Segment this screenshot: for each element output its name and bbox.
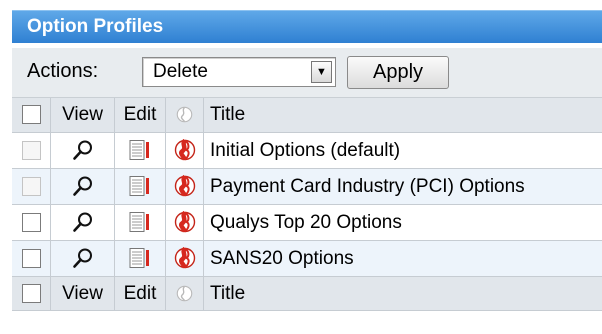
column-header-edit: Edit	[114, 98, 166, 133]
edit-form-icon[interactable]	[128, 139, 152, 161]
profiles-table: View Edit Title Initial Options (default…	[12, 98, 602, 311]
panel-header: Option Profiles	[12, 10, 602, 43]
row-checkbox[interactable]	[21, 176, 41, 196]
panel-title: Option Profiles	[27, 16, 164, 37]
actions-bar: Actions: Delete ▼ Apply	[12, 48, 602, 98]
column-footer-title: Title	[203, 276, 602, 311]
magnifier-icon[interactable]	[72, 211, 94, 233]
apply-button[interactable]: Apply	[347, 56, 449, 89]
magnifier-icon[interactable]	[72, 139, 94, 161]
column-header-title: Title	[203, 98, 602, 133]
globe-icon[interactable]	[174, 211, 196, 234]
edit-form-icon[interactable]	[128, 175, 152, 197]
table-row: Payment Card Industry (PCI) Options	[12, 168, 602, 205]
table-row: Qualys Top 20 Options	[12, 204, 602, 241]
globe-icon[interactable]	[174, 247, 196, 270]
table-footer-row: View Edit Title	[12, 276, 602, 311]
table-row: Initial Options (default)	[12, 132, 602, 169]
column-footer-view: View	[50, 276, 115, 311]
globe-icon	[176, 285, 193, 302]
edit-form-icon[interactable]	[128, 247, 152, 269]
row-title[interactable]: Payment Card Industry (PCI) Options	[203, 168, 602, 205]
edit-form-icon[interactable]	[128, 211, 152, 233]
row-checkbox[interactable]	[21, 248, 41, 268]
magnifier-icon[interactable]	[72, 175, 94, 197]
globe-icon[interactable]	[174, 139, 196, 162]
column-footer-edit: Edit	[114, 276, 166, 311]
actions-select-value: Delete	[153, 61, 208, 82]
row-checkbox[interactable]	[21, 212, 41, 232]
magnifier-icon[interactable]	[72, 247, 94, 269]
globe-icon	[176, 107, 193, 123]
select-all-checkbox-footer[interactable]	[21, 283, 41, 303]
option-profiles-panel: Option Profiles Actions: Delete ▼ Apply …	[0, 0, 602, 334]
actions-select[interactable]: Delete ▼	[142, 57, 336, 87]
actions-label: Actions:	[27, 60, 99, 82]
chevron-down-icon[interactable]: ▼	[311, 61, 332, 83]
table-header-row: View Edit Title	[12, 98, 602, 133]
column-header-view: View	[50, 98, 115, 133]
row-title[interactable]: Initial Options (default)	[203, 132, 602, 169]
globe-icon[interactable]	[174, 175, 196, 198]
table-row: SANS20 Options	[12, 240, 602, 277]
row-checkbox[interactable]	[21, 140, 41, 160]
select-all-checkbox[interactable]	[21, 105, 41, 125]
row-title[interactable]: Qualys Top 20 Options	[203, 204, 602, 241]
row-title[interactable]: SANS20 Options	[203, 240, 602, 277]
